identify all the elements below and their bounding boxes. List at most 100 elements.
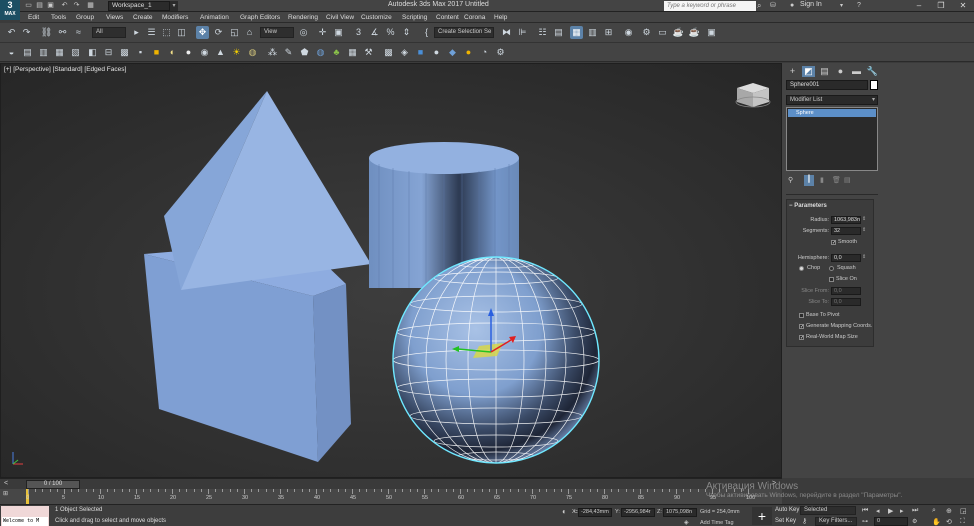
- spinner-snap-icon[interactable]: ⇕: [400, 26, 413, 39]
- perspective-viewport[interactable]: [+] [Perspective] [Standard] [Edged Face…: [0, 63, 782, 478]
- track-bar-menu-icon[interactable]: ⊞: [3, 490, 8, 497]
- redo-icon[interactable]: ↷: [20, 26, 33, 39]
- hemisphere-field[interactable]: 0,0: [831, 254, 861, 262]
- open-file-icon[interactable]: ▤: [35, 2, 44, 10]
- project-folder-icon[interactable]: ▦: [86, 2, 95, 10]
- grid-icon[interactable]: ▩: [382, 46, 395, 59]
- interactive-render-icon[interactable]: ▥: [37, 46, 50, 59]
- close-icon[interactable]: ✕: [952, 0, 974, 12]
- cart-icon[interactable]: ⛁: [770, 1, 779, 11]
- key-selection-dropdown[interactable]: Selected: [800, 506, 856, 515]
- maximize-viewport-icon[interactable]: ⛶: [960, 518, 965, 526]
- frame-buffer-icon[interactable]: ▤: [21, 46, 34, 59]
- next-key-icon[interactable]: ▸: [900, 507, 904, 515]
- tool-icon[interactable]: ⚒: [362, 46, 375, 59]
- viewport-scene[interactable]: [1, 64, 782, 478]
- squash-radio[interactable]: [829, 266, 834, 271]
- select-object-icon[interactable]: ▸: [130, 26, 143, 39]
- menu-rendering[interactable]: Rendering: [288, 13, 318, 23]
- z-coordinate-field[interactable]: 1075,098n: [663, 508, 697, 517]
- sun-icon[interactable]: ☀: [230, 46, 243, 59]
- menu-group[interactable]: Group: [76, 13, 94, 23]
- hemisphere-spinner-icon[interactable]: ⇕: [862, 254, 866, 260]
- radius-spinner-icon[interactable]: ⇕: [862, 216, 866, 222]
- material-icon[interactable]: ◈: [398, 46, 411, 59]
- menu-views[interactable]: Views: [106, 13, 123, 23]
- modifier-list-dropdown[interactable]: Modifier List ▾: [786, 95, 878, 105]
- reference-coordinate-dropdown[interactable]: View: [260, 27, 294, 38]
- window-crossing-icon[interactable]: ◫: [175, 26, 188, 39]
- ribbon-toggle-icon[interactable]: ▦: [570, 26, 583, 39]
- time-config-icon[interactable]: ⚙: [912, 518, 917, 525]
- segments-spinner-icon[interactable]: ⇕: [862, 227, 866, 233]
- edit-named-selection-icon[interactable]: {: [420, 26, 433, 39]
- layer-explorer-icon[interactable]: ▤: [552, 26, 565, 39]
- light-bulb-icon[interactable]: ●: [462, 46, 475, 59]
- isolate-selection-icon[interactable]: ◐: [562, 507, 567, 516]
- previous-frame-icon[interactable]: <: [4, 480, 8, 487]
- utilities-tab-icon[interactable]: 🔧: [866, 66, 879, 77]
- converter-icon[interactable]: ⊟: [102, 46, 115, 59]
- slice-from-field[interactable]: 0,0: [831, 287, 861, 295]
- select-by-name-icon[interactable]: ☰: [145, 26, 158, 39]
- chevron-down-icon[interactable]: ▾: [840, 1, 848, 11]
- undo-icon[interactable]: ↶: [60, 2, 69, 10]
- lister-icon[interactable]: ▩: [118, 46, 131, 59]
- displace-icon[interactable]: ✎: [282, 46, 295, 59]
- scatter-icon[interactable]: ⁂: [266, 46, 279, 59]
- modifier-stack[interactable]: Sphere: [786, 107, 878, 171]
- curve-editor-icon[interactable]: ▥: [586, 26, 599, 39]
- render-elements-icon[interactable]: ▦: [53, 46, 66, 59]
- make-unique-icon[interactable]: ▮: [820, 176, 830, 186]
- object-name-field[interactable]: Sphere001: [786, 80, 868, 90]
- motion-tab-icon[interactable]: ●: [834, 66, 847, 77]
- minimize-icon[interactable]: –: [908, 0, 930, 12]
- new-file-icon[interactable]: ▭: [24, 2, 33, 10]
- corona-logo-icon[interactable]: ◒: [5, 46, 18, 59]
- material-editor-icon[interactable]: ◉: [622, 26, 635, 39]
- menu-create[interactable]: Create: [133, 13, 153, 23]
- angle-snap-icon[interactable]: ∡: [368, 26, 381, 39]
- orbit-icon[interactable]: ⟲: [946, 518, 952, 526]
- set-key-button[interactable]: Set Key: [775, 518, 796, 524]
- menu-corona[interactable]: Corona: [464, 13, 485, 23]
- x-coordinate-field[interactable]: -284,43mm: [578, 508, 612, 517]
- render-cloud-icon[interactable]: ▣: [705, 26, 718, 39]
- redo-icon[interactable]: ↷: [72, 2, 81, 10]
- percent-snap-icon[interactable]: %: [384, 26, 397, 39]
- pin-stack-icon[interactable]: ⚲: [788, 176, 798, 186]
- edit-poly-icon[interactable]: ⬟: [298, 46, 311, 59]
- stack-item-sphere[interactable]: Sphere: [788, 109, 876, 117]
- play-icon[interactable]: ▶: [888, 507, 893, 515]
- paint-icon[interactable]: ◆: [446, 46, 459, 59]
- hierarchy-tab-icon[interactable]: ▤: [818, 66, 831, 77]
- configure-sets-icon[interactable]: ▤: [844, 176, 854, 186]
- base-to-pivot-checkbox[interactable]: [799, 313, 804, 318]
- display-tab-icon[interactable]: ▬: [850, 66, 863, 77]
- camera-icon[interactable]: ◧: [86, 46, 99, 59]
- material-library-icon[interactable]: ▧: [69, 46, 82, 59]
- help-icon[interactable]: ?: [857, 1, 867, 11]
- menu-help[interactable]: Help: [494, 13, 507, 23]
- segments-field[interactable]: 32: [831, 227, 861, 235]
- object-color-swatch[interactable]: [870, 80, 878, 90]
- menu-tools[interactable]: Tools: [51, 13, 66, 23]
- key-mode-toggle-icon[interactable]: ⊶: [862, 518, 868, 525]
- rectangular-selection-icon[interactable]: ⬚: [160, 26, 173, 39]
- remove-modifier-icon[interactable]: 🗑: [832, 176, 842, 186]
- rollout-header[interactable]: − Parameters: [789, 203, 827, 209]
- tree-icon[interactable]: ♣: [330, 46, 343, 59]
- light-icon[interactable]: ◍: [246, 46, 259, 59]
- pivot-center-icon[interactable]: ◎: [297, 26, 310, 39]
- field-of-view-icon[interactable]: ◲: [960, 507, 967, 515]
- mirror-icon[interactable]: ⧓: [500, 26, 513, 39]
- zoom-icon[interactable]: ⌕: [932, 507, 936, 515]
- select-and-rotate-icon[interactable]: ⟳: [212, 26, 225, 39]
- cone-icon[interactable]: ▲: [214, 46, 227, 59]
- modify-tab-icon[interactable]: ◩: [802, 66, 815, 77]
- time-tag-icon[interactable]: ◈: [684, 519, 689, 526]
- schematic-view-icon[interactable]: ⊞: [602, 26, 615, 39]
- menu-customize[interactable]: Customize: [361, 13, 392, 23]
- zoom-all-icon[interactable]: ⊕: [946, 507, 952, 515]
- chevron-down-icon[interactable]: ▾: [170, 1, 178, 11]
